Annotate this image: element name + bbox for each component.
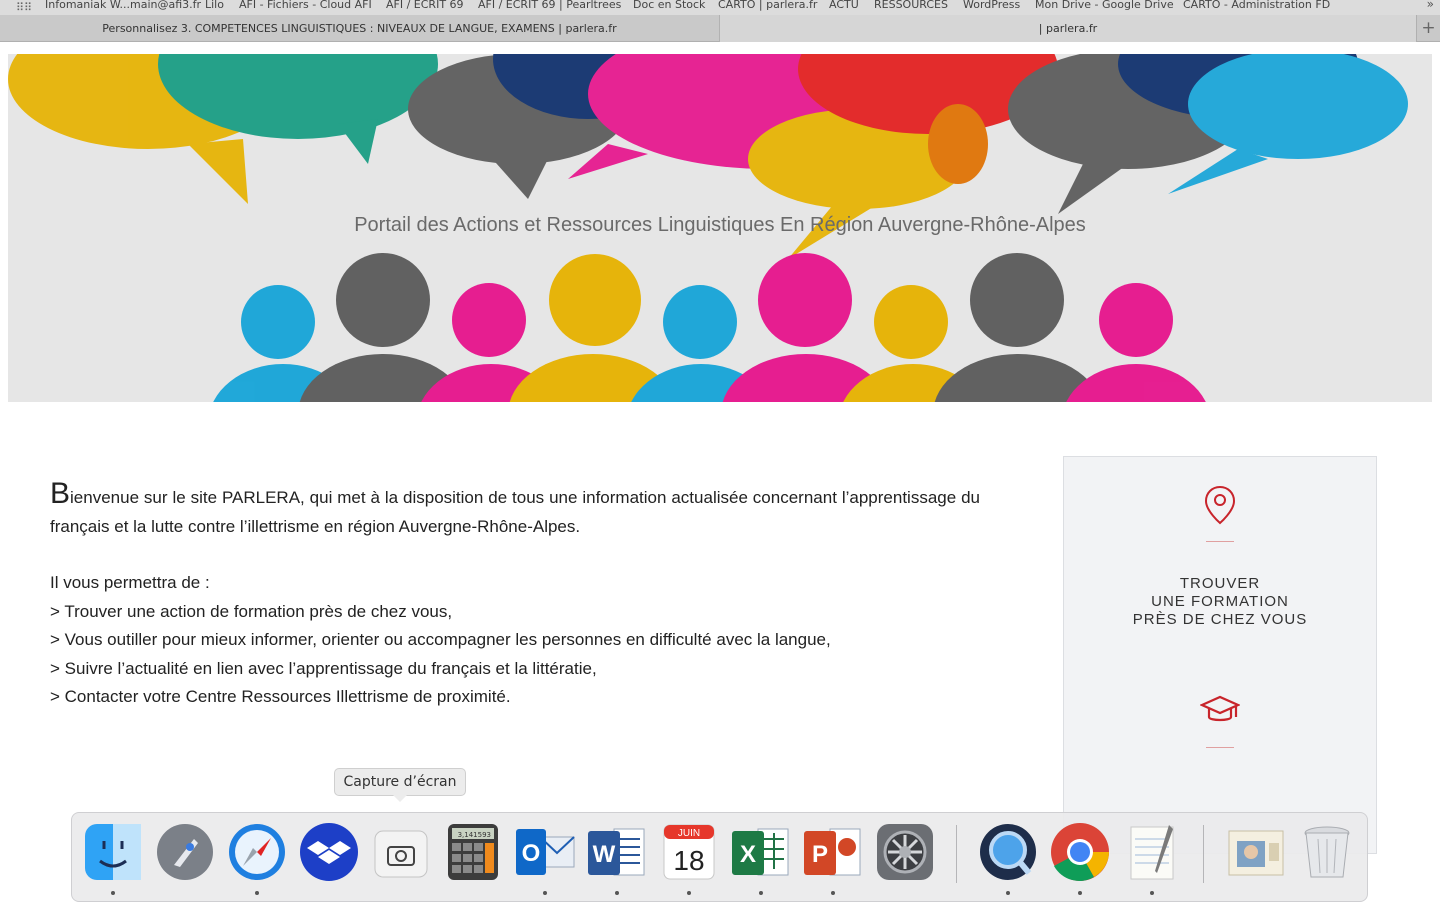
dock-separator xyxy=(956,825,957,883)
outlook-icon[interactable]: O xyxy=(514,821,576,883)
finder-running-dot xyxy=(111,891,115,895)
location-pin-icon xyxy=(1064,485,1376,529)
welcome-dropcap: B xyxy=(50,477,71,510)
trash-icon[interactable] xyxy=(1296,821,1358,883)
finder-icon[interactable] xyxy=(82,821,144,883)
excel-icon[interactable]: X xyxy=(730,821,792,883)
powerpoint-running-dot xyxy=(831,891,835,895)
word-icon[interactable]: W xyxy=(586,821,648,883)
new-tab-button[interactable]: + xyxy=(1416,15,1440,42)
card-divider xyxy=(1206,747,1234,748)
welcome-intro: Bienvenue sur le site PARLERA, qui met à… xyxy=(50,479,980,541)
page-content: Portail des Actions et Ressources Lingui… xyxy=(0,42,1440,902)
bookmarks-bar: ⠿⠿ Infomaniak W...main@afi3.fr Lilo AFI … xyxy=(0,0,1440,15)
svg-text:P: P xyxy=(812,841,828,868)
launchpad-icon[interactable] xyxy=(154,821,216,883)
bookmark-doc-en-stock[interactable]: Doc en Stock xyxy=(633,0,705,11)
dock-tooltip: Capture d’écran xyxy=(334,768,466,802)
calculator-icon[interactable]: 3,141593 xyxy=(442,821,504,883)
bookmark-carto-admin[interactable]: CARTO - Administration FD xyxy=(1183,0,1330,11)
launchpad-running-dot xyxy=(255,891,259,895)
find-training-card[interactable]: TROUVER UNE FORMATION PRÈS DE CHEZ VOUS xyxy=(1063,456,1377,854)
system-preferences-icon[interactable] xyxy=(874,821,936,883)
card-title[interactable]: TROUVER UNE FORMATION PRÈS DE CHEZ VOUS xyxy=(1064,575,1376,629)
bookmark-wordpress[interactable]: WordPress xyxy=(963,0,1020,11)
card-title-line1: TROUVER xyxy=(1179,575,1261,592)
safari-icon[interactable] xyxy=(226,821,288,883)
svg-text:W: W xyxy=(593,841,616,868)
list-item: > Trouver une action de formation près d… xyxy=(50,601,453,621)
calc-display: 3,141593 xyxy=(458,831,491,839)
quicktime-icon[interactable] xyxy=(977,821,1039,883)
calendar-month: JUIN xyxy=(678,828,700,839)
bookmark-pearltrees[interactable]: AFI / ECRIT 69 | Pearltrees xyxy=(478,0,621,11)
screenshot-icon[interactable] xyxy=(370,821,432,883)
calendar-icon[interactable]: JUIN 18 xyxy=(658,821,720,883)
chrome-icon[interactable] xyxy=(1049,821,1111,883)
list-item: > Suivre l’actualité en lien avec l’appr… xyxy=(50,658,597,678)
powerpoint-icon[interactable]: P xyxy=(802,821,864,883)
welcome-list: > Trouver une action de formation près d… xyxy=(50,598,980,712)
calendar-day: 18 xyxy=(673,845,704,876)
bookmark-actu[interactable]: ACTU xyxy=(829,0,859,11)
site-tagline: Portail des Actions et Ressources Lingui… xyxy=(354,214,1086,236)
dropbox-icon[interactable] xyxy=(298,821,360,883)
outlook-running-dot xyxy=(543,891,547,895)
header-banner: Portail des Actions et Ressources Lingui… xyxy=(8,54,1432,402)
welcome-section: Bienvenue sur le site PARLERA, qui met à… xyxy=(50,479,980,712)
more-bookmarks-icon[interactable]: » xyxy=(1427,0,1434,11)
bookmark-afi-cloud[interactable]: AFI - Fichiers - Cloud AFI xyxy=(239,0,372,11)
bookmark-google-drive[interactable]: Mon Drive - Google Drive xyxy=(1035,0,1174,11)
list-item: > Vous outiller pour mieux informer, ori… xyxy=(50,630,831,649)
card-title-line2: UNE FORMATION xyxy=(1151,593,1289,610)
card-title-line3: PRÈS DE CHEZ VOUS xyxy=(1132,611,1308,628)
macos-dock: 3,141593 O W JUIN 18 X P xyxy=(71,812,1368,902)
welcome-intro-text: ienvenue sur le site PARLERA, qui met à … xyxy=(50,488,980,536)
word-running-dot xyxy=(615,891,619,895)
preview-icon[interactable] xyxy=(1225,821,1287,883)
dock-separator xyxy=(1203,825,1204,883)
bookmark-infomaniak[interactable]: Infomaniak W...main@afi3.fr xyxy=(45,0,201,11)
bookmark-lilo[interactable]: Lilo xyxy=(205,0,224,11)
chrome-running-dot xyxy=(1078,891,1082,895)
textedit-icon[interactable] xyxy=(1121,821,1183,883)
excel-running-dot xyxy=(759,891,763,895)
welcome-lead: Il vous permettra de : xyxy=(50,573,210,592)
tab-parlera[interactable]: | parlera.fr xyxy=(720,15,1416,42)
svg-text:X: X xyxy=(740,841,756,868)
tab-bar: Personnalisez 3. COMPETENCES LINGUISTIQU… xyxy=(0,15,1440,42)
calendar-running-dot xyxy=(687,891,691,895)
bookmark-afi-ecrit[interactable]: AFI / ECRIT 69 xyxy=(386,0,464,11)
quicktime-running-dot xyxy=(1006,891,1010,895)
bookmark-carto[interactable]: CARTO | parlera.fr xyxy=(718,0,817,11)
list-item: > Contacter votre Centre Ressources Ille… xyxy=(50,687,511,706)
bookmark-ressources[interactable]: RESSOURCES xyxy=(874,0,948,11)
textedit-running-dot xyxy=(1150,891,1154,895)
card-divider xyxy=(1206,541,1234,542)
tab-personnalisez[interactable]: Personnalisez 3. COMPETENCES LINGUISTIQU… xyxy=(0,15,720,42)
apps-grid-icon[interactable]: ⠿⠿ xyxy=(16,1,32,14)
graduation-cap-icon xyxy=(1064,693,1376,731)
